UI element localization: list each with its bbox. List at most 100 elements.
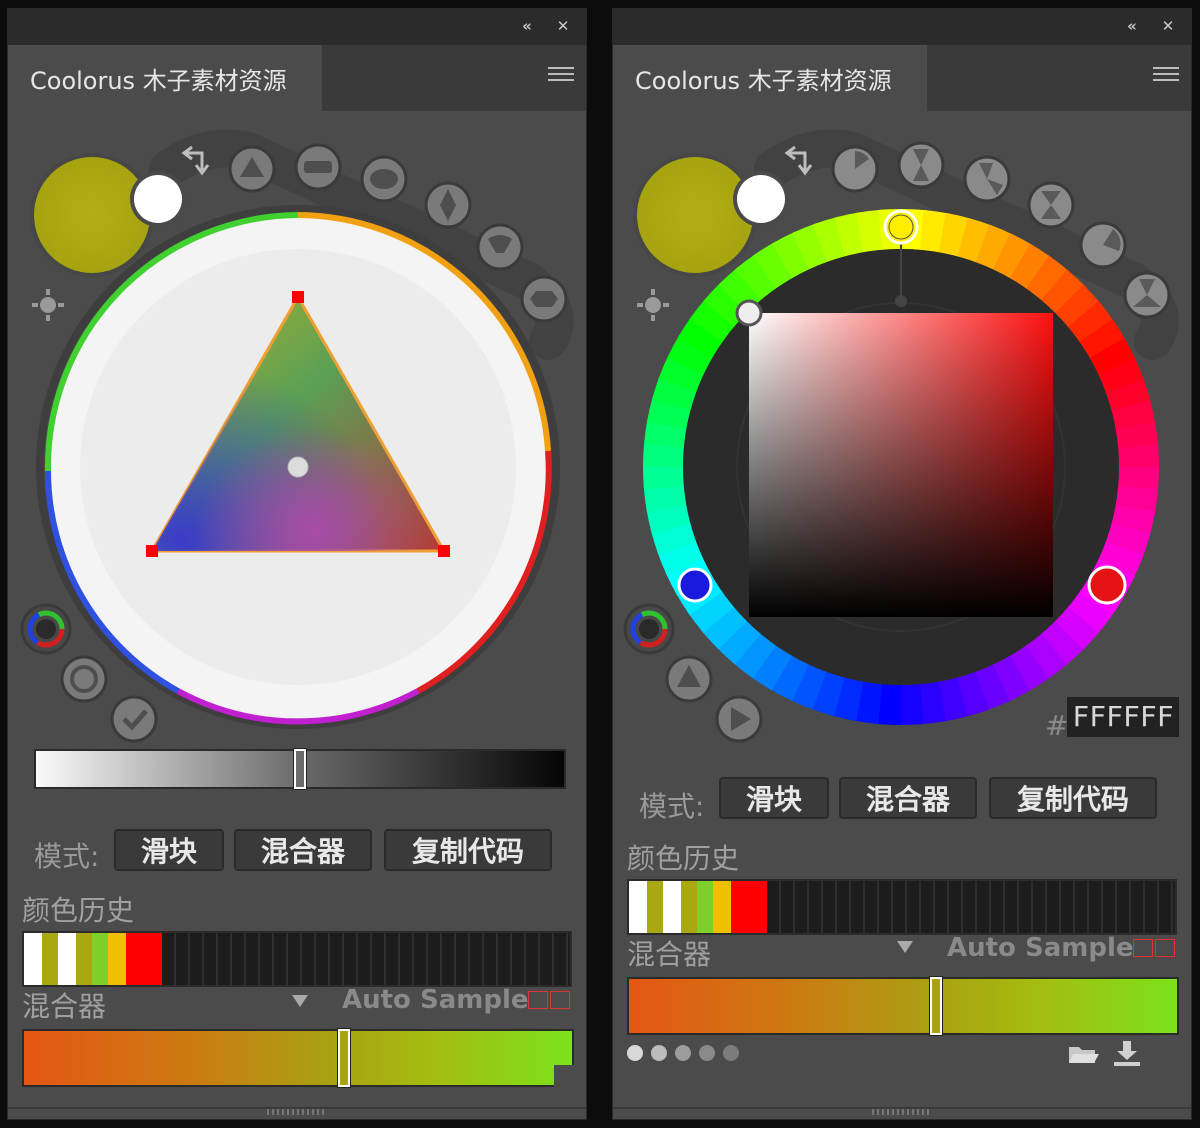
hue-handle-yellow[interactable] — [883, 209, 919, 245]
harmony-pie-5-icon[interactable] — [1079, 221, 1127, 269]
brightness-icon[interactable] — [32, 289, 64, 321]
mixer-dropdown-icon[interactable] — [897, 941, 913, 953]
palette-page-dot-1[interactable] — [627, 1045, 643, 1061]
wheel-mode-icon[interactable] — [623, 603, 675, 655]
color-mixer-bar[interactable] — [627, 977, 1179, 1035]
triangle-mode-icon[interactable] — [665, 655, 713, 703]
primary-color-swatch[interactable] — [34, 157, 150, 273]
history-swatch[interactable] — [42, 933, 58, 985]
harmony-ellipse-icon[interactable] — [360, 155, 408, 203]
brightness-slider-handle[interactable] — [294, 749, 306, 789]
open-folder-icon[interactable] — [1067, 1041, 1101, 1067]
color-history-strip[interactable] — [627, 879, 1177, 935]
circle-target-icon[interactable] — [60, 655, 108, 703]
history-empty-slots[interactable] — [162, 933, 570, 985]
secondary-color-swatch[interactable] — [737, 175, 785, 223]
close-icon[interactable]: ✕ — [1157, 15, 1179, 37]
history-swatch[interactable] — [92, 933, 108, 985]
collapse-icon[interactable]: « — [516, 15, 538, 37]
triangle-center-dot[interactable] — [287, 456, 309, 478]
mode-label: 模式: — [34, 840, 100, 873]
color-history-label: 颜色历史 — [22, 894, 135, 927]
slider-mode-button[interactable]: 滑块 — [719, 777, 829, 819]
hue-handle-red[interactable] — [1087, 565, 1127, 605]
history-swatch[interactable] — [647, 881, 663, 933]
panel-titlebar: « ✕ — [613, 9, 1191, 45]
resize-grip[interactable] — [267, 1109, 327, 1115]
harmony-pie-6-icon[interactable] — [1123, 271, 1171, 319]
history-swatch[interactable] — [24, 933, 42, 985]
close-icon[interactable]: ✕ — [552, 15, 574, 37]
palette-page-dot-4[interactable] — [699, 1045, 715, 1061]
triangle-handle-right[interactable] — [438, 545, 450, 557]
mixer-label: 混合器 — [22, 990, 107, 1023]
play-icon[interactable] — [715, 695, 763, 743]
check-icon[interactable] — [110, 695, 158, 743]
copy-code-button[interactable]: 复制代码 — [989, 777, 1157, 819]
tab-title: Coolorus 木子素材资源 — [30, 67, 287, 95]
history-swatch[interactable] — [731, 881, 767, 933]
history-swatch[interactable] — [108, 933, 126, 985]
history-swatch[interactable] — [629, 881, 647, 933]
auto-sample-toggle[interactable] — [1133, 939, 1175, 957]
color-history-strip[interactable] — [22, 931, 572, 987]
tab-coolorus[interactable]: Coolorus 木子素材资源 — [8, 45, 322, 111]
auto-sample-label[interactable]: Auto Sample — [947, 933, 1134, 963]
history-swatch[interactable] — [681, 881, 697, 933]
harmony-bar-icon[interactable] — [294, 143, 342, 191]
mixer-dropdown-icon[interactable] — [292, 995, 308, 1007]
harmony-pie-3-icon[interactable] — [963, 155, 1011, 203]
mixer-mode-button[interactable]: 混合器 — [839, 777, 977, 819]
history-swatch[interactable] — [58, 933, 76, 985]
history-swatches[interactable] — [629, 881, 767, 933]
hex-input[interactable]: FFFFFF — [1067, 697, 1179, 737]
resize-grip[interactable] — [872, 1109, 932, 1115]
mixer-handle[interactable] — [930, 977, 942, 1035]
brightness-icon[interactable] — [637, 289, 669, 321]
tab-bar: Coolorus 木子素材资源 — [8, 45, 586, 111]
collapse-icon[interactable]: « — [1121, 15, 1143, 37]
auto-sample-toggle[interactable] — [528, 991, 570, 1009]
secondary-color-swatch[interactable] — [134, 175, 182, 223]
coolorus-panel-right: « ✕ Coolorus 木子素材资源 # FFFFFF 模式: 滑块 混合器 … — [612, 8, 1192, 1120]
primary-color-swatch[interactable] — [637, 157, 753, 273]
triangle-handle-top[interactable] — [292, 291, 304, 303]
harmony-triangle-icon[interactable] — [228, 145, 276, 193]
wheel-mode-icon[interactable] — [20, 603, 72, 655]
sv-handle[interactable] — [735, 299, 763, 327]
palette-page-dot-3[interactable] — [675, 1045, 691, 1061]
history-empty-slots[interactable] — [767, 881, 1175, 933]
hex-hash: # — [1045, 709, 1069, 742]
panel-menu-icon[interactable] — [548, 67, 574, 85]
slider-mode-button[interactable]: 滑块 — [114, 829, 224, 871]
history-swatches[interactable] — [24, 933, 162, 985]
history-swatch[interactable] — [697, 881, 713, 933]
copy-code-button[interactable]: 复制代码 — [384, 829, 552, 871]
history-swatch[interactable] — [126, 933, 162, 985]
palette-page-dot-2[interactable] — [651, 1045, 667, 1061]
panel-titlebar: « ✕ — [8, 9, 586, 45]
history-swatch[interactable] — [76, 933, 92, 985]
auto-sample-label[interactable]: Auto Sample — [342, 985, 529, 1015]
download-icon[interactable] — [1111, 1039, 1143, 1067]
harmony-diamond-icon[interactable] — [424, 181, 472, 229]
mixer-handle[interactable] — [338, 1029, 350, 1087]
harmony-hexagon-icon[interactable] — [520, 275, 568, 323]
color-mixer-bar[interactable] — [22, 1029, 574, 1087]
history-swatch[interactable] — [663, 881, 681, 933]
triangle-handle-left[interactable] — [146, 545, 158, 557]
hue-handle-blue[interactable] — [677, 567, 713, 603]
tab-coolorus[interactable]: Coolorus 木子素材资源 — [613, 45, 927, 111]
panel-menu-icon[interactable] — [1153, 67, 1179, 85]
mode-label: 模式: — [639, 790, 705, 823]
harmony-pie-2-icon[interactable] — [897, 141, 945, 189]
harmony-pie-1-icon[interactable] — [831, 145, 879, 193]
history-swatch[interactable] — [713, 881, 731, 933]
mixer-mode-button[interactable]: 混合器 — [234, 829, 372, 871]
color-wheel-area — [623, 129, 1179, 743]
brightness-slider[interactable] — [34, 749, 566, 789]
harmony-pie-4-icon[interactable] — [1027, 181, 1075, 229]
tab-title: Coolorus 木子素材资源 — [635, 67, 892, 95]
harmony-shape-icon[interactable] — [476, 223, 524, 271]
palette-page-dot-5[interactable] — [723, 1045, 739, 1061]
